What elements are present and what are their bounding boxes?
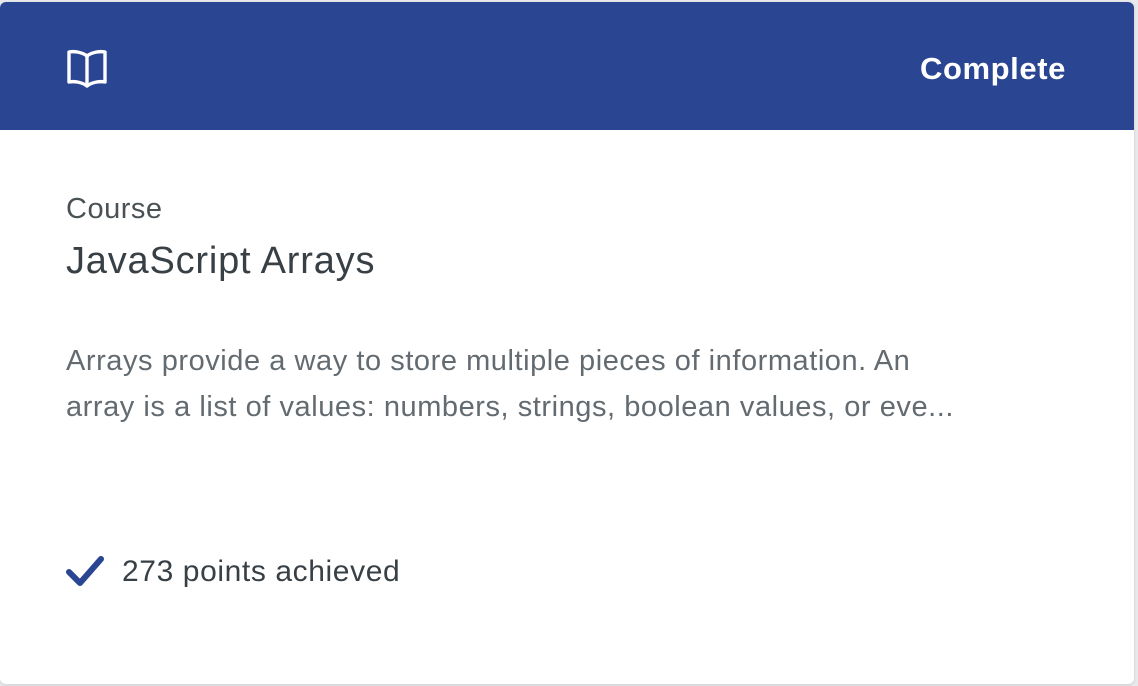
card-header: Complete — [0, 2, 1134, 130]
course-description: Arrays provide a way to store multiple p… — [66, 338, 1056, 430]
description-line: Arrays provide a way to store multiple p… — [66, 345, 911, 377]
card-body: Course JavaScript Arrays Arrays provide … — [66, 130, 1068, 684]
course-title[interactable]: JavaScript Arrays — [66, 240, 375, 283]
points-achieved: 273 points achieved — [66, 550, 400, 594]
book-icon — [67, 49, 107, 88]
check-icon — [66, 556, 104, 586]
content-type-label: Course — [66, 193, 163, 225]
description-line: array is a list of values: numbers, stri… — [66, 391, 954, 423]
points-text: 273 points achieved — [122, 555, 401, 588]
course-card[interactable]: Complete Course JavaScript Arrays Arrays… — [0, 2, 1134, 684]
status-label: Complete — [919, 51, 1066, 86]
